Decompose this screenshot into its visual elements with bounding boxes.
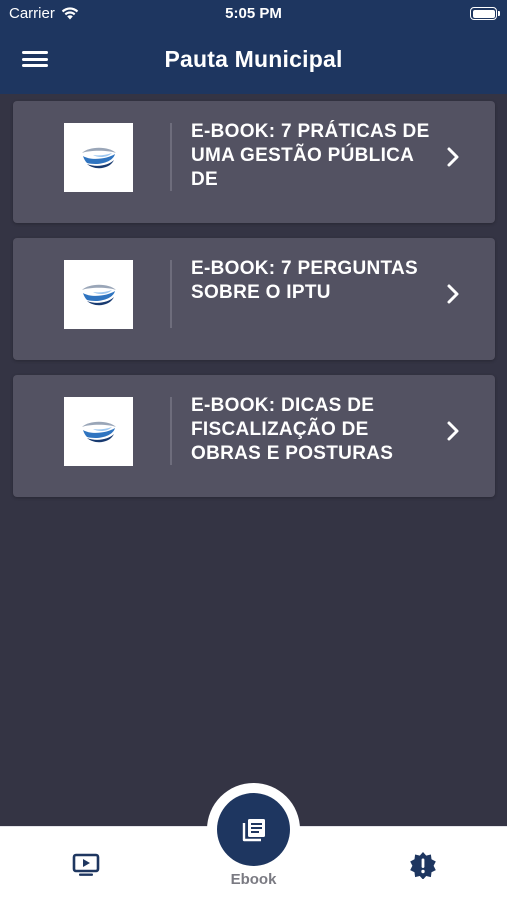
ebook-title: E-BOOK: 7 PERGUNTAS SOBRE O IPTU <box>191 258 419 303</box>
logo-icon <box>81 284 116 305</box>
card-divider <box>170 260 172 328</box>
ebook-thumbnail <box>64 260 133 329</box>
ebook-tab-label: Ebook <box>230 871 277 888</box>
ebook-thumbnail <box>64 123 133 192</box>
ebook-title: E-BOOK: 7 PRÁTICAS DE UMA GESTÃO PÚBLICA… <box>191 121 430 190</box>
chevron-right-icon <box>447 284 459 304</box>
book-icon <box>242 818 265 841</box>
logo-icon <box>81 421 116 442</box>
ebook-list: E-BOOK: 7 PRÁTICAS DE UMA GESTÃO PÚBLICA… <box>13 101 495 512</box>
ebook-card[interactable]: E-BOOK: DICAS DE FISCALIZAÇÃO DE OBRAS E… <box>13 375 495 497</box>
logo-icon <box>81 147 116 168</box>
card-divider <box>170 123 172 191</box>
ebook-title: E-BOOK: DICAS DE FISCALIZAÇÃO DE OBRAS E… <box>191 395 394 464</box>
card-divider <box>170 397 172 465</box>
status-time: 5:05 PM <box>225 5 282 22</box>
status-bar: Carrier 5:05 PM <box>0 0 507 28</box>
page-title: Pauta Municipal <box>164 46 343 72</box>
ebook-card[interactable]: E-BOOK: 7 PRÁTICAS DE UMA GESTÃO PÚBLICA… <box>13 101 495 223</box>
ebook-tab-button[interactable] <box>217 793 290 866</box>
app-header: Pauta Municipal <box>0 28 507 94</box>
ebook-thumbnail <box>64 397 133 466</box>
chevron-right-icon <box>447 147 459 167</box>
ebook-card[interactable]: E-BOOK: 7 PERGUNTAS SOBRE O IPTU <box>13 238 495 360</box>
battery-icon <box>470 7 500 20</box>
top-bar: Carrier 5:05 PM Pauta Municipal <box>0 0 507 94</box>
chevron-right-icon <box>447 421 459 441</box>
